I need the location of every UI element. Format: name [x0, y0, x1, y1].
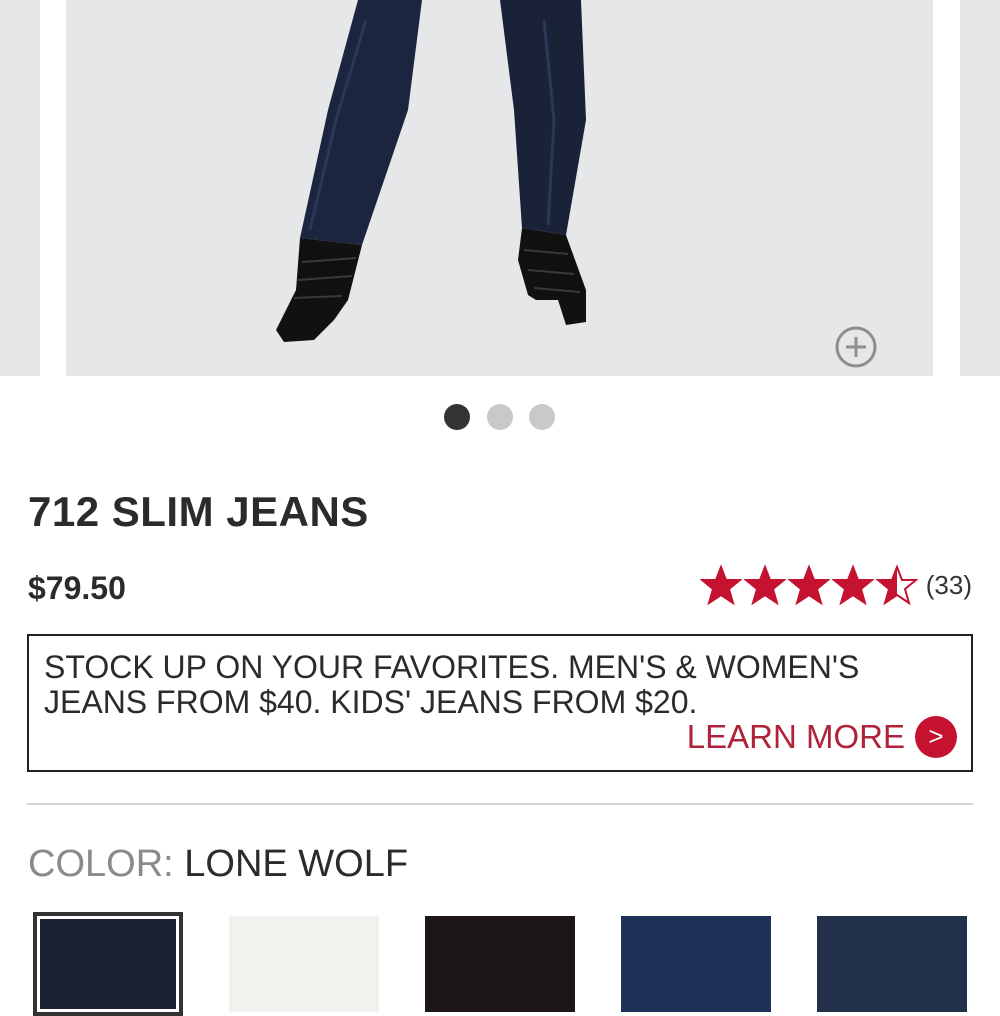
- carousel-dot-1[interactable]: [444, 404, 470, 430]
- color-selection-label: COLOR: LONE WOLF: [28, 843, 408, 886]
- product-price: $79.50: [28, 570, 126, 606]
- color-swatches: [0, 912, 1000, 1016]
- carousel-dot-2[interactable]: [487, 404, 513, 430]
- carousel-dot-3[interactable]: [529, 404, 555, 430]
- learn-more-label: LEARN MORE: [686, 718, 905, 755]
- star-full-icon: [743, 564, 786, 606]
- promo-banner: STOCK UP ON YOUR FAVORITES. MEN'S & WOME…: [27, 634, 973, 772]
- color-value: LONE WOLF: [184, 843, 409, 885]
- product-title: 712 SLIM JEANS: [28, 488, 369, 535]
- previous-slide-peek[interactable]: [0, 0, 40, 376]
- product-image[interactable]: [66, 0, 933, 376]
- star-full-icon: [699, 564, 742, 606]
- zoom-plus-icon[interactable]: [834, 325, 878, 369]
- promo-text: STOCK UP ON YOUR FAVORITES. MEN'S & WOME…: [44, 649, 860, 720]
- color-swatch-2[interactable]: [229, 916, 379, 1012]
- chevron-right-circle-icon: >: [915, 716, 957, 758]
- rating-stars: [699, 564, 920, 606]
- color-swatch-5[interactable]: [817, 916, 967, 1012]
- color-swatch-1[interactable]: [33, 912, 183, 1016]
- color-swatch-3[interactable]: [425, 916, 575, 1012]
- carousel-pagination: [0, 404, 1000, 432]
- review-count: (33): [925, 569, 972, 600]
- product-rating[interactable]: (33): [699, 562, 972, 608]
- section-divider: [27, 803, 973, 805]
- product-image-carousel[interactable]: [0, 0, 1000, 378]
- star-full-icon: [831, 564, 874, 606]
- color-label: COLOR:: [28, 843, 185, 885]
- next-slide-peek[interactable]: [960, 0, 1000, 376]
- star-half-icon: [875, 564, 918, 606]
- color-swatch-4[interactable]: [621, 916, 771, 1012]
- learn-more-link[interactable]: LEARN MORE >: [687, 716, 957, 758]
- star-full-icon: [787, 564, 830, 606]
- jeans-model-illustration: [66, 0, 933, 376]
